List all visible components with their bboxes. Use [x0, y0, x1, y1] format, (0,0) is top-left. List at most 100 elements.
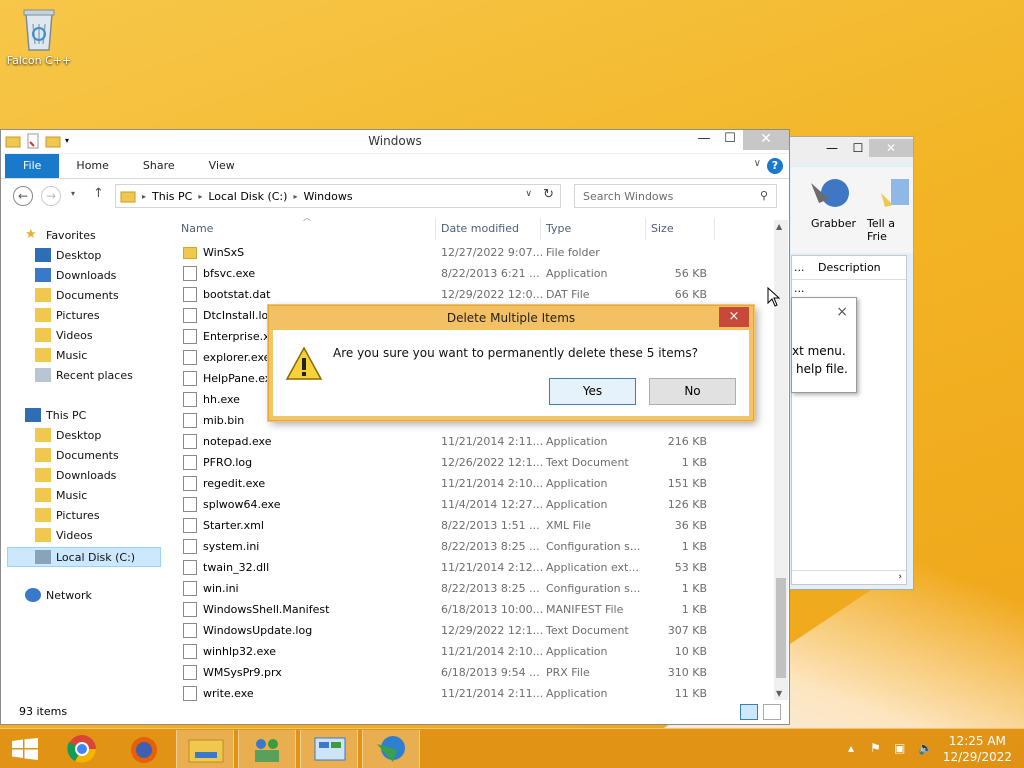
minimize-icon[interactable]: —	[691, 130, 717, 150]
file-icon	[183, 413, 197, 428]
bg-hscroll[interactable]: ›	[792, 570, 906, 584]
nav-pc-videos[interactable]: Videos	[35, 528, 93, 542]
system-clock[interactable]: 12:25 AM 12/29/2022	[943, 733, 1012, 765]
nav-fav-recent[interactable]: Recent places	[35, 368, 133, 382]
bg-col-description[interactable]: Description	[818, 261, 881, 274]
close-icon[interactable]: ✕	[869, 139, 913, 157]
maximize-icon[interactable]: ☐	[717, 130, 743, 150]
tab-file[interactable]: File	[5, 154, 60, 178]
nav-favorites[interactable]: ★ Favorites	[25, 228, 96, 242]
column-type[interactable]: Type	[546, 222, 571, 235]
file-explorer-window[interactable]: ▾ Windows — ☐ ✕ File Home Share View ∨ ?…	[0, 129, 790, 725]
nav-fav-videos[interactable]: Videos	[35, 328, 93, 342]
nav-pc-desktop[interactable]: Desktop	[35, 428, 101, 442]
table-row[interactable]: system.ini 8/22/2013 8:25 ... Configuratio…	[181, 536, 721, 557]
scroll-down-icon[interactable]: ▼	[776, 689, 782, 698]
forward-icon[interactable]: →	[41, 186, 61, 206]
expand-ribbon-icon[interactable]: ∨	[754, 158, 761, 169]
details-view-icon[interactable]	[740, 704, 758, 720]
table-row[interactable]: PFRO.log 12/26/2022 12:1... Text Document 1…	[181, 452, 721, 473]
nav-pc-documents[interactable]: Documents	[35, 448, 119, 462]
column-date-modified[interactable]: Date modified	[441, 222, 519, 235]
no-button[interactable]: No	[649, 378, 736, 405]
file-name: regedit.exe	[203, 477, 266, 490]
table-row[interactable]: WMSysPr9.prx 6/18/2013 9:54 ... PRX File 31…	[181, 662, 721, 683]
dialog-close-button[interactable]: ×	[719, 307, 749, 327]
start-windows-icon[interactable]	[12, 738, 38, 760]
table-row[interactable]: splwow64.exe 11/4/2014 12:27... Applicatio…	[181, 494, 721, 515]
file-size: 36 KB	[674, 519, 707, 532]
desktop-icon-recycle-bin[interactable]: Falcon C++	[4, 6, 74, 67]
table-row[interactable]: WinSxS 12/27/2022 9:07... File folder	[181, 242, 721, 263]
nav-pc-music[interactable]: Music	[35, 488, 87, 502]
breadcrumb-this-pc[interactable]: This PC	[152, 190, 192, 203]
column-name[interactable]: Name	[181, 222, 213, 235]
refresh-icon[interactable]: ↻	[543, 187, 554, 202]
network-users-icon[interactable]	[238, 730, 296, 768]
firefox-icon[interactable]	[118, 730, 176, 768]
table-row[interactable]: regedit.exe 11/21/2014 2:10... Application…	[181, 473, 721, 494]
breadcrumb-local-disk[interactable]: Local Disk (C:)	[208, 190, 287, 203]
help-icon[interactable]: ?	[767, 158, 783, 174]
chrome-icon[interactable]	[60, 730, 118, 768]
tab-share[interactable]: Share	[126, 154, 192, 178]
scroll-right-icon[interactable]: ›	[898, 572, 902, 582]
tab-home[interactable]: Home	[59, 154, 125, 178]
large-icons-view-icon[interactable]	[763, 704, 781, 720]
column-divider[interactable]	[540, 218, 541, 240]
scroll-up-icon[interactable]: ▲	[776, 222, 782, 231]
column-divider[interactable]	[435, 218, 436, 240]
column-size[interactable]: Size	[651, 222, 674, 235]
table-row[interactable]: bfsvc.exe 8/22/2013 6:21 ... Application 56…	[181, 263, 721, 284]
address-field[interactable]: ▸ This PC ▸ Local Disk (C:) ▸ Windows ∨ …	[115, 184, 561, 208]
close-icon[interactable]: ✕	[743, 130, 789, 150]
nav-this-pc[interactable]: This PC	[25, 408, 86, 422]
search-icon[interactable]: ⚲	[760, 189, 768, 202]
address-dropdown-icon[interactable]: ∨	[525, 189, 532, 199]
table-row[interactable]: notepad.exe 11/21/2014 2:11... Application…	[181, 431, 721, 452]
nav-fav-downloads[interactable]: Downloads	[35, 268, 116, 282]
table-row[interactable]: winhlp32.exe 11/21/2014 2:10... Applicatio…	[181, 641, 721, 662]
volume-icon[interactable]: 🔈	[918, 741, 933, 755]
action-center-flag-icon[interactable]: ⚑	[870, 741, 881, 755]
up-icon[interactable]: ↑	[93, 186, 104, 201]
nav-pc-local-disk[interactable]: Local Disk (C:)	[7, 547, 161, 567]
table-row[interactable]: twain_32.dll 11/21/2014 2:12... Applicatio…	[181, 557, 721, 578]
search-input[interactable]: Search Windows ⚲	[574, 184, 777, 208]
show-hidden-icons-icon[interactable]: ▴	[848, 741, 854, 755]
application-icon	[183, 686, 197, 701]
column-divider[interactable]	[714, 218, 715, 240]
table-row[interactable]: WindowsUpdate.log 12/29/2022 12:1... Text …	[181, 620, 721, 641]
tab-view[interactable]: View	[192, 154, 252, 178]
network-status-icon[interactable]: ▣	[894, 741, 905, 755]
back-icon[interactable]: ←	[13, 186, 33, 206]
recent-locations-icon[interactable]: ▾	[71, 189, 75, 198]
table-row[interactable]: WindowsShell.Manifest 6/18/2013 10:00... M…	[181, 599, 721, 620]
download-manager-icon[interactable]	[362, 730, 420, 768]
nav-fav-documents[interactable]: Documents	[35, 288, 119, 302]
nav-label: Local Disk (C:)	[56, 550, 136, 564]
tooltip-close-icon[interactable]: ×	[836, 304, 848, 320]
nav-pc-pictures[interactable]: Pictures	[35, 508, 100, 522]
nav-fav-desktop[interactable]: Desktop	[35, 248, 101, 262]
file-list[interactable]: ︿ Name Date modified Type Size WinSxS 12/…	[173, 213, 773, 701]
tell-a-friend-button[interactable]: Tell a Frie	[867, 217, 913, 243]
nav-pc-downloads[interactable]: Downloads	[35, 468, 116, 482]
table-row[interactable]: win.ini 8/22/2013 8:25 ... Configuration s…	[181, 578, 721, 599]
maximize-icon[interactable]: ☐	[845, 139, 871, 157]
file-explorer-icon[interactable]	[176, 730, 234, 768]
table-row[interactable]: Starter.xml 8/22/2013 1:51 ... XML File 36 …	[181, 515, 721, 536]
nav-network[interactable]: Network	[25, 588, 92, 602]
nav-fav-pictures[interactable]: Pictures	[35, 308, 100, 322]
control-panel-icon[interactable]	[300, 730, 358, 768]
delete-confirm-dialog[interactable]: Delete Multiple Items × Are you sure you…	[268, 305, 754, 421]
column-divider[interactable]	[645, 218, 646, 240]
grabber-button[interactable]: Grabber	[811, 217, 856, 230]
scrollbar-thumb[interactable]	[776, 578, 786, 678]
table-row[interactable]: bootstat.dat 12/29/2022 12:0... DAT File 66…	[181, 284, 721, 305]
background-window[interactable]: — ☐ ✕ Grabber Tell a Frie ... Descriptio…	[780, 136, 914, 590]
nav-fav-music[interactable]: Music	[35, 348, 87, 362]
minimize-icon[interactable]: —	[819, 139, 845, 157]
yes-button[interactable]: Yes	[549, 378, 636, 405]
breadcrumb-windows[interactable]: Windows	[303, 190, 352, 203]
